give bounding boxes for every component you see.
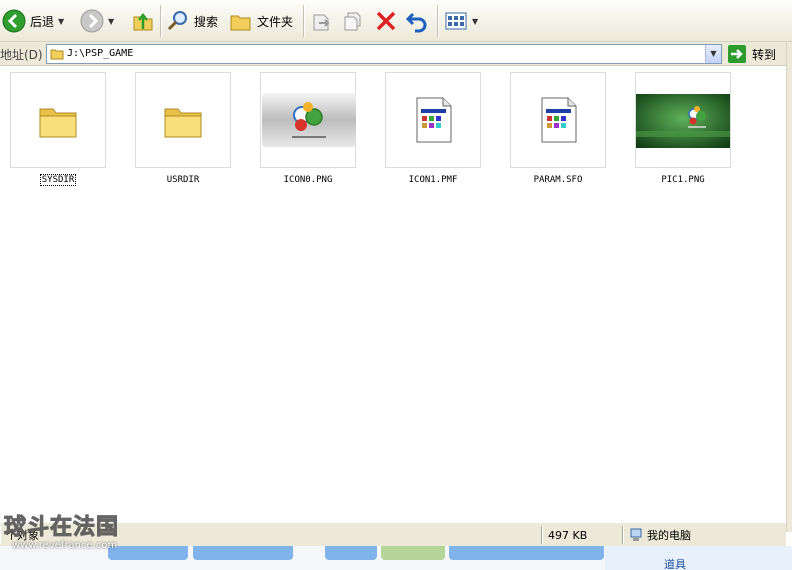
folder-icon [164, 108, 202, 138]
undo-icon [405, 12, 427, 33]
chevron-down-icon[interactable]: ▼ [108, 17, 114, 26]
address-input[interactable]: J:\PSP_GAME ▼ [46, 44, 722, 64]
file-name: USRDIR [166, 175, 200, 185]
file-item-pic1[interactable]: PIC1.PNG [631, 72, 735, 185]
address-path: J:\PSP_GAME [67, 48, 134, 59]
background-tab [449, 546, 604, 560]
my-computer-icon [630, 528, 642, 541]
window-right-edge [786, 42, 792, 532]
watermark-url: www.revefrance.com [12, 540, 118, 551]
background-tab [193, 546, 293, 560]
delete-button[interactable] [374, 6, 398, 36]
back-label: 后退 [30, 14, 55, 29]
thumbnail [135, 72, 231, 168]
location-text: 我的电脑 [647, 529, 691, 542]
file-name: PARAM.SFO [533, 175, 583, 185]
thumbnail [260, 72, 356, 168]
file-name: ICON1.PMF [408, 175, 458, 185]
file-name: ICON0.PNG [283, 175, 333, 185]
go-button[interactable]: 转到 [728, 44, 776, 64]
status-size: 497 KB [541, 526, 621, 544]
views-button[interactable]: ▼ [444, 6, 478, 36]
size-text: 497 KB [548, 528, 588, 542]
file-item-param[interactable]: PARAM.SFO [506, 72, 610, 185]
site-watermark: 球斗在法国 www.revefrance.com [4, 515, 148, 556]
file-item-usrdir[interactable]: USRDIR [131, 72, 235, 185]
move-to-icon [313, 14, 330, 31]
search-label: 搜索 [194, 14, 219, 29]
generic-file-icon [416, 97, 452, 143]
back-button[interactable]: 后退 ▼ [2, 6, 64, 36]
file-view[interactable]: SYSDIR USRDIR ICON0.PNG ICON1.PMF PARAM.… [0, 67, 786, 522]
thumbnail [385, 72, 481, 168]
up-folder-icon [133, 12, 153, 31]
file-item-icon1[interactable]: ICON1.PMF [381, 72, 485, 185]
background-side-text: 道具 [664, 558, 686, 570]
folders-icon [230, 15, 251, 31]
folder-icon [50, 49, 64, 60]
go-arrow-icon [728, 45, 746, 63]
folder-icon [39, 108, 77, 138]
chevron-down-icon[interactable]: ▼ [58, 17, 64, 26]
chevron-down-icon[interactable]: ▼ [705, 45, 721, 63]
thumbnail [10, 72, 106, 168]
delete-x-icon [376, 11, 396, 31]
toolbar-separator [437, 5, 438, 37]
chevron-down-icon[interactable]: ▼ [472, 17, 478, 26]
views-grid-icon [445, 12, 467, 30]
file-item-sysdir[interactable]: SYSDIR [6, 72, 110, 186]
copy-to-icon [344, 12, 361, 31]
status-location: 我的电脑 [622, 526, 786, 544]
thumbnail [635, 72, 731, 168]
folders-button[interactable]: 文件夹 [229, 6, 293, 36]
toolbar-separator [160, 5, 161, 37]
background-side-panel [605, 546, 792, 570]
background-tab [381, 546, 445, 560]
copy-to-button[interactable] [342, 6, 366, 36]
address-bar: 地址(D) J:\PSP_GAME ▼ 转到 [0, 42, 792, 66]
move-to-button[interactable] [310, 6, 334, 36]
search-icon [167, 11, 187, 31]
go-label: 转到 [752, 47, 777, 62]
background-tab [325, 546, 377, 560]
toolbar-separator [303, 5, 304, 37]
toolbar: 后退 ▼ ▼ 搜索 文件夹 ▼ [0, 0, 792, 42]
search-button[interactable]: 搜索 [166, 6, 218, 36]
thumbnail [510, 72, 606, 168]
up-folder-button[interactable] [131, 6, 155, 36]
forward-button[interactable]: ▼ [80, 6, 114, 36]
watermark-title: 球斗在法国 [4, 515, 120, 540]
forward-arrow-icon [80, 9, 104, 33]
generic-file-icon [541, 97, 577, 143]
folders-label: 文件夹 [257, 14, 294, 29]
undo-button[interactable] [405, 6, 429, 36]
file-item-icon0[interactable]: ICON0.PNG [256, 72, 360, 185]
back-arrow-icon [2, 9, 26, 33]
address-label: 地址(D) [0, 48, 43, 62]
soccer-field-image [636, 94, 730, 148]
file-name: PIC1.PNG [661, 175, 705, 185]
file-name: SYSDIR [39, 174, 77, 186]
world-cup-logo-image [262, 93, 356, 147]
